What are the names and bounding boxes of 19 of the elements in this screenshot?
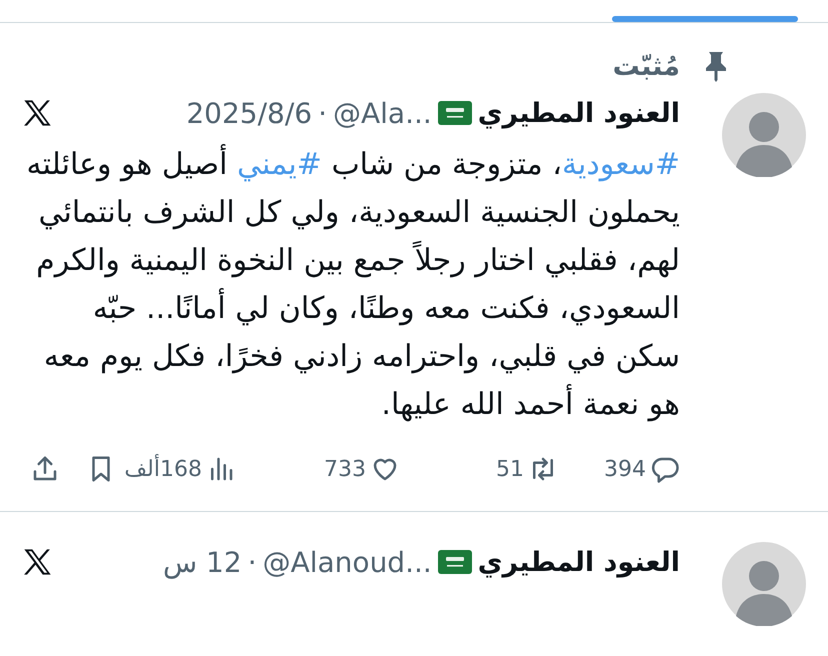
post-time[interactable]: 12 س: [162, 546, 242, 578]
user-handle[interactable]: @Alanoud...: [262, 546, 432, 578]
user-handle[interactable]: @Ala...: [333, 96, 432, 130]
count-label: 51: [496, 456, 524, 482]
separator-dot: ·: [248, 546, 257, 578]
avatar[interactable]: [722, 542, 806, 626]
post-time[interactable]: 2025/8/6: [186, 96, 312, 130]
pinned-label: مُثبّت: [612, 50, 680, 82]
separator-dot: ·: [318, 96, 327, 130]
pin-icon: [703, 50, 729, 82]
count-label: 733: [324, 456, 366, 482]
display-name[interactable]: العنود المطيري: [478, 98, 680, 128]
count-label: 394: [604, 456, 646, 482]
count-label: 168ألف: [124, 456, 202, 482]
post-text: #سعودية، متزوجة من شاب #يمني أصيل هو وعائلته يحملون الجنسية السعودية، ولي كل الشرف بانتمائي لهم، فقلبي اختار رجلاً جمع بين النخوة اليمنية والكرم السعودي، فكنت معه وطنًا، وكان لي أمانًا... حبّه سكن في قلبي، واحترامه زادني فخرًا، فكل يوم معه هو نعمة أحمد الله عليها.: [20, 141, 680, 429]
flag-icon: [438, 550, 472, 574]
avatar[interactable]: [722, 93, 806, 177]
display-name[interactable]: العنود المطيري: [478, 546, 680, 578]
flag-icon: [438, 101, 472, 125]
